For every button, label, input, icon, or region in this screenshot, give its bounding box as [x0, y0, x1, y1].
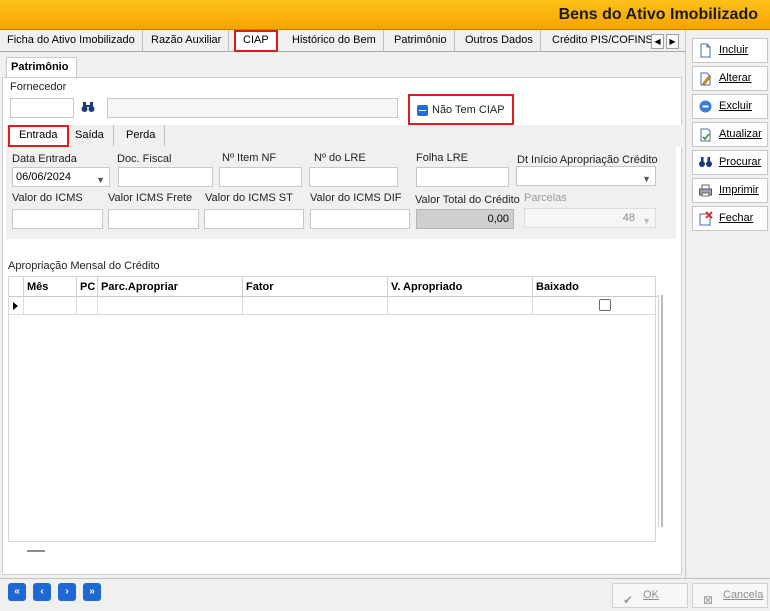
- data-entrada-label: Data Entrada: [12, 153, 77, 165]
- lre-input[interactable]: [309, 167, 398, 187]
- chevron-left-icon: ‹: [40, 586, 44, 597]
- item-nf-input[interactable]: [219, 167, 302, 187]
- icms-dif-input[interactable]: [310, 209, 410, 229]
- lre-label: Nº do LRE: [314, 152, 366, 164]
- grid-col-pc[interactable]: PC: [77, 277, 98, 297]
- refresh-icon: [700, 128, 711, 142]
- document-icon: [700, 43, 711, 58]
- window-title: Bens do Ativo Imobilizado: [558, 6, 758, 23]
- ok-button[interactable]: ✔ OK: [612, 583, 688, 608]
- grid-col-baixado[interactable]: Baixado: [533, 277, 657, 297]
- nav-prev-button[interactable]: ‹: [33, 583, 51, 601]
- chevron-right-icon: ›: [65, 586, 69, 597]
- cancel-icon: ⊠: [703, 593, 714, 607]
- grid-header-indicator: [9, 277, 24, 297]
- icms-dif-label: Valor do ICMS DIF: [310, 192, 402, 204]
- main-tabs: Ficha do Ativo Imobilizado Razão Auxilia…: [0, 30, 686, 52]
- folha-lre-label: Folha LRE: [416, 152, 468, 164]
- window-titlebar: Bens do Ativo Imobilizado: [0, 0, 770, 30]
- edit-icon: [700, 72, 711, 86]
- procurar-button[interactable]: Procurar: [692, 150, 768, 175]
- folha-lre-input[interactable]: [416, 167, 509, 187]
- grid-col-parc-apropriar[interactable]: Parc.Apropriar: [98, 277, 243, 297]
- tab-scroll-right-icon[interactable]: ▶: [666, 34, 679, 49]
- icms-frete-label: Valor ICMS Frete: [108, 192, 193, 204]
- search-icon: [699, 157, 712, 167]
- grid-col-mes[interactable]: Mês: [24, 277, 77, 297]
- tab-ciap[interactable]: CIAP: [234, 30, 278, 52]
- valor-icms-input[interactable]: [12, 209, 103, 229]
- nav-next-button[interactable]: ›: [58, 583, 76, 601]
- icms-st-label: Valor do ICMS ST: [205, 192, 293, 204]
- grid-col-fator[interactable]: Fator: [243, 277, 388, 297]
- atualizar-button[interactable]: Atualizar: [692, 122, 768, 147]
- nav-last-button[interactable]: »: [83, 583, 101, 601]
- nao-tem-ciap-checkbox[interactable]: Não Tem CIAP: [408, 94, 514, 125]
- valor-total-label: Valor Total do Crédito: [415, 194, 520, 206]
- ciap-inner-tabs: Entrada Saída Perda: [6, 125, 682, 147]
- doc-fiscal-input[interactable]: [118, 167, 213, 187]
- fechar-button[interactable]: Fechar: [692, 206, 768, 231]
- subtab-patrimonio[interactable]: Patrimônio: [6, 57, 77, 77]
- checkbox-checked-icon: [417, 105, 428, 116]
- tab-credito-pis-cofins[interactable]: Crédito PIS/COFINS: [545, 30, 660, 51]
- dt-inicio-label: Dt Início Apropriação Crédito: [517, 154, 658, 166]
- nao-tem-ciap-label: Não Tem CIAP: [432, 104, 505, 116]
- binoculars-icon[interactable]: [81, 101, 95, 116]
- valor-total-output: 0,00: [416, 209, 514, 229]
- nav-first-button[interactable]: «: [8, 583, 26, 601]
- tab-saida[interactable]: Saída: [66, 125, 114, 146]
- baixado-checkbox[interactable]: [599, 299, 611, 311]
- tab-outros-dados[interactable]: Outros Dados: [458, 30, 541, 51]
- data-entrada-input[interactable]: 06/06/2024 ▼: [12, 167, 110, 187]
- fornecedor-label: Fornecedor: [10, 81, 67, 93]
- excluir-button[interactable]: Excluir: [692, 94, 768, 119]
- chevron-down-icon[interactable]: ▼: [642, 170, 651, 188]
- tab-perda[interactable]: Perda: [117, 125, 166, 146]
- printer-icon: [699, 184, 712, 197]
- double-chevron-left-icon: «: [14, 586, 20, 597]
- tab-scroll-left-icon[interactable]: ◀: [651, 34, 664, 49]
- dt-inicio-select[interactable]: ▼: [516, 166, 656, 186]
- checkmark-icon: ✔: [623, 593, 634, 607]
- close-icon: [699, 211, 713, 226]
- table-row[interactable]: [9, 297, 657, 315]
- icms-st-input[interactable]: [204, 209, 304, 229]
- grid-resize-handle[interactable]: [27, 550, 45, 552]
- item-nf-label: Nº Item NF: [222, 152, 277, 164]
- data-entrada-value: 06/06/2024: [16, 171, 72, 183]
- tab-entrada[interactable]: Entrada: [8, 125, 69, 147]
- chevron-down-icon[interactable]: ▼: [96, 171, 105, 189]
- parcelas-select: 48 ▼: [524, 208, 656, 228]
- grid-scrollbar[interactable]: [658, 295, 664, 527]
- fornecedor-name-input[interactable]: [107, 98, 398, 118]
- grid-title: Apropriação Mensal do Crédito: [8, 260, 160, 272]
- grid-col-v-apropriado[interactable]: V. Apropriado: [388, 277, 533, 297]
- delete-icon: [699, 100, 712, 113]
- icms-frete-input[interactable]: [108, 209, 199, 229]
- fornecedor-code-input[interactable]: [10, 98, 74, 118]
- tab-historico[interactable]: Histórico do Bem: [285, 30, 384, 51]
- parcelas-value: 48: [622, 212, 635, 224]
- parcelas-label: Parcelas: [524, 192, 567, 204]
- tab-razao-auxiliar[interactable]: Razão Auxiliar: [144, 30, 230, 51]
- valor-icms-label: Valor do ICMS: [12, 192, 83, 204]
- doc-fiscal-label: Doc. Fiscal: [117, 153, 172, 165]
- grid-header: Mês PC Parc.Apropriar Fator V. Apropriad…: [9, 277, 657, 297]
- double-chevron-right-icon: »: [89, 586, 95, 597]
- imprimir-button[interactable]: Imprimir: [692, 178, 768, 203]
- alterar-button[interactable]: Alterar: [692, 66, 768, 91]
- tab-patrimonio[interactable]: Patrimônio: [387, 30, 455, 51]
- apropriacao-grid[interactable]: Mês PC Parc.Apropriar Fator V. Apropriad…: [8, 276, 657, 542]
- tab-ficha[interactable]: Ficha do Ativo Imobilizado: [0, 30, 143, 51]
- incluir-button[interactable]: Incluir: [692, 38, 768, 63]
- chevron-down-icon: ▼: [642, 216, 651, 226]
- row-indicator-icon: [13, 302, 18, 310]
- cancela-button[interactable]: ⊠ Cancela: [692, 583, 768, 608]
